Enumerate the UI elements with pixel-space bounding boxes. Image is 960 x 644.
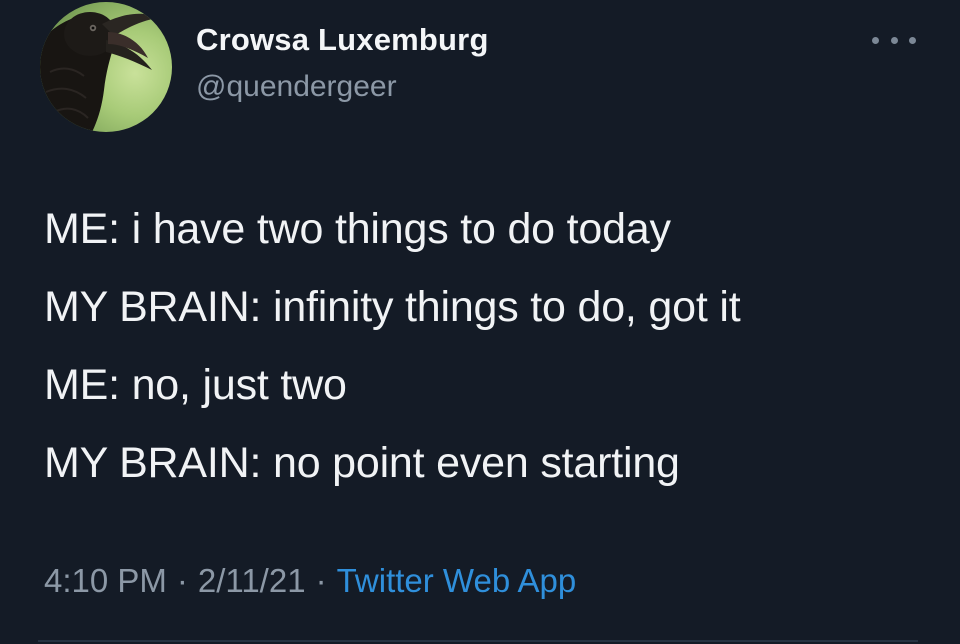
author-display-name[interactable]: Crowsa Luxemburg	[196, 22, 489, 58]
tweet-line: MY BRAIN: no point even starting	[44, 439, 680, 487]
meta-separator: ·	[176, 562, 188, 599]
tweet-time[interactable]: 4:10 PM	[44, 562, 167, 599]
more-dot	[909, 36, 916, 44]
meta-separator: ·	[315, 562, 327, 599]
divider	[38, 640, 918, 642]
tweet-source-link[interactable]: Twitter Web App	[337, 562, 577, 599]
more-options-icon[interactable]	[872, 30, 916, 50]
tweet-meta: 4:10 PM · 2/11/21 · Twitter Web App	[44, 562, 576, 600]
avatar[interactable]	[40, 2, 172, 132]
tweet-line: MY BRAIN: infinity things to do, got it	[44, 283, 741, 331]
tweet-card: Crowsa Luxemburg @quendergeer ME: i have…	[0, 0, 960, 644]
more-dot	[872, 36, 879, 44]
author-handle[interactable]: @quendergeer	[196, 70, 397, 104]
tweet-date[interactable]: 2/11/21	[198, 562, 306, 599]
tweet-line: ME: i have two things to do today	[44, 205, 671, 253]
tweet-line: ME: no, just two	[44, 361, 347, 409]
more-dot	[890, 36, 898, 44]
tweet-text: ME: i have two things to do today MY BRA…	[44, 190, 944, 502]
crow-avatar-icon	[40, 12, 158, 132]
